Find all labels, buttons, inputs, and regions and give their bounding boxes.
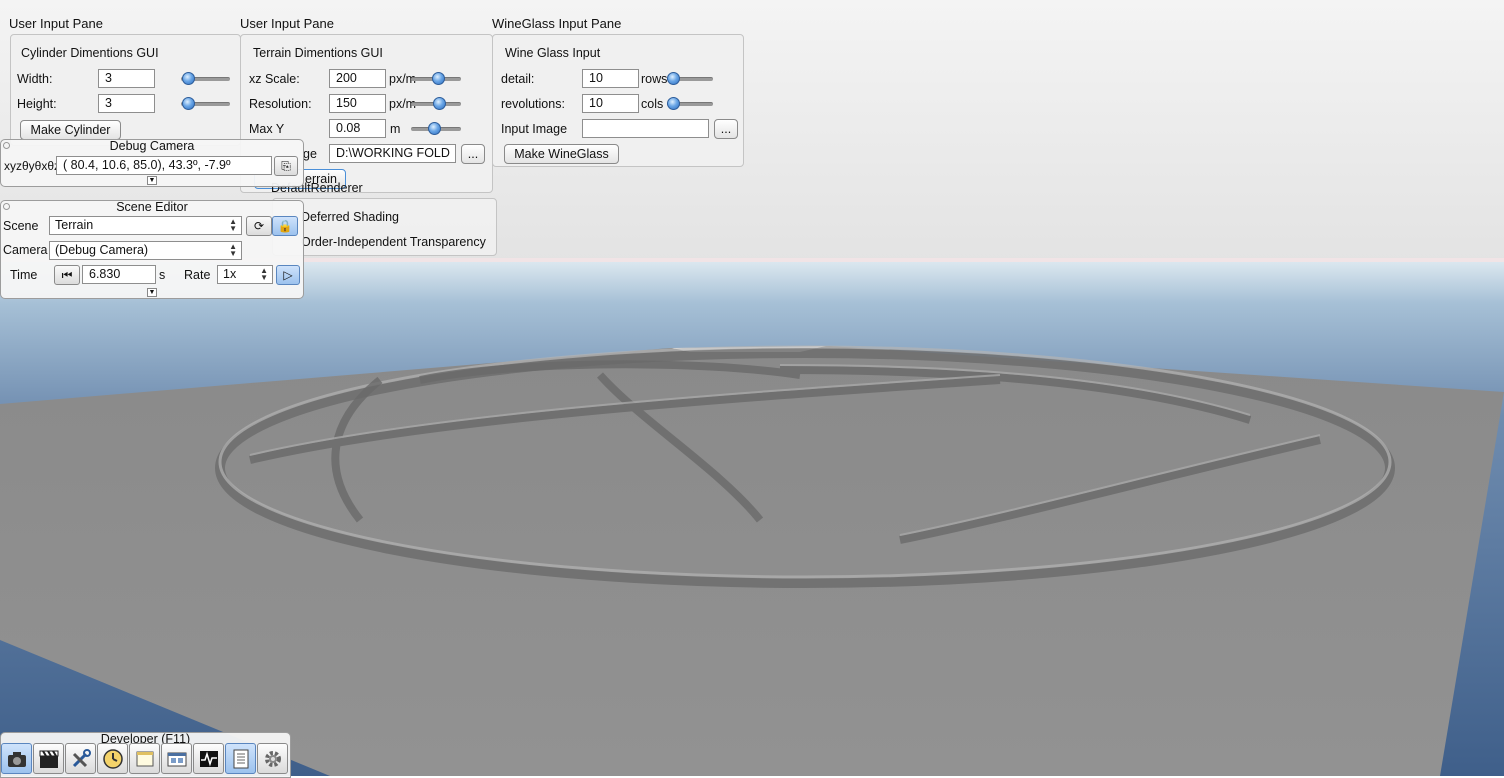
scene-dropdown[interactable]: Terrain ▲ ▼ [49,216,242,235]
play-icon[interactable]: ▷ [276,265,300,285]
cylinder-pane-title: User Input Pane [9,16,103,31]
windows-icon[interactable] [161,743,192,774]
cylinder-group: Cylinder Dimentions GUI Width: 3 Height:… [10,34,241,146]
time-field[interactable]: 6.830 [82,265,156,284]
input-image-field[interactable] [582,119,709,138]
browse-button[interactable]: ... [714,119,738,139]
updown-icon: ▲ ▼ [260,266,268,282]
rate-value: 1x [223,267,237,281]
rate-label: Rate [184,268,211,282]
max-y-unit: m [390,122,401,136]
max-y-field[interactable]: 0.08 [329,119,386,138]
detail-knob[interactable] [667,72,680,85]
scene-editor-window[interactable]: Scene Editor Scene Terrain ▲ ▼ ⟳ 🔒 Camera… [0,200,304,299]
lock-icon[interactable]: 🔒 [272,216,298,236]
width-label: Width: [17,72,53,86]
copy-icon[interactable]: ⎘ [274,156,298,176]
expand-icon[interactable]: ▼ [147,288,157,297]
xz-scale-field[interactable]: 200 [329,69,386,88]
camera-frame-field[interactable]: ( 80.4, 10.6, 85.0), 43.3º, -7.9º [56,156,272,175]
scene-value: Terrain [55,218,94,232]
window-title: Scene Editor [116,200,188,214]
detail-label: detail: [501,72,535,86]
scene-label: Scene [3,219,39,233]
height-field[interactable]: 3 [98,94,155,113]
revolutions-knob[interactable] [667,97,680,110]
max-y-label: Max Y [249,122,285,136]
make-wineglass-button[interactable]: Make WineGlass [504,144,619,164]
revolutions-label: revolutions: [501,97,565,111]
debug-camera-window[interactable]: Debug Camera xyzθyθxθz ( 80.4, 10.6, 85.… [0,139,304,187]
xz-scale-knob[interactable] [432,72,445,85]
camera-label: Camera [3,243,48,257]
deferred-shading-checkbox[interactable]: Deferred Shading [301,210,399,224]
rate-dropdown[interactable]: 1x ▲ ▼ [217,265,273,284]
group-title: Wine Glass Input [505,46,601,60]
profiler-icon[interactable] [193,743,224,774]
updown-icon: ▲ ▼ [229,217,237,233]
camera-dropdown[interactable]: (Debug Camera) ▲ ▼ [49,241,242,260]
width-field[interactable]: 3 [98,69,155,88]
camera-value: (Debug Camera) [55,243,149,257]
reload-icon[interactable]: ⟳ [246,216,272,236]
log-icon[interactable] [225,743,256,774]
terrain-pane-title: User Input Pane [240,16,334,31]
detail-unit: rows [641,72,668,86]
time-unit: s [159,268,166,282]
browse-button[interactable]: ... [461,144,485,164]
group-title: Cylinder Dimentions GUI [21,46,159,60]
input-image-label: Input Image [501,122,568,136]
expand-icon[interactable]: ▼ [147,176,157,185]
resolution-knob[interactable] [433,97,446,110]
max-y-knob[interactable] [428,122,441,135]
height-label: Height: [17,97,57,111]
clapperboard-icon[interactable] [33,743,64,774]
clock-icon[interactable] [97,743,128,774]
height-slider-knob[interactable] [182,97,195,110]
revolutions-unit: cols [641,97,664,111]
xz-scale-label: xz Scale: [249,72,300,86]
window-icon[interactable] [129,743,160,774]
rewind-icon[interactable]: ⏮ [54,265,80,285]
detail-field[interactable]: 10 [582,69,639,88]
wineglass-group: Wine Glass Input detail: 10 rows revolut… [492,34,744,167]
image-label: ge [303,147,317,161]
wineglass-pane-title: WineGlass Input Pane [492,16,622,31]
resolution-field[interactable]: 150 [329,94,386,113]
image-path-field[interactable]: D:\WORKING FOLD [329,144,456,163]
coord-label: xyzθyθxθz [4,159,61,173]
revolutions-field[interactable]: 10 [582,94,639,113]
camera-icon[interactable] [1,743,32,774]
time-label: Time [10,268,38,282]
tools-icon[interactable] [65,743,96,774]
resolution-label: Resolution: [249,97,312,111]
group-title: Terrain Dimentions GUI [253,46,383,60]
updown-icon: ▲ ▼ [229,242,237,258]
window-title: Debug Camera [109,139,195,153]
width-slider-knob[interactable] [182,72,195,85]
make-cylinder-button[interactable]: Make Cylinder [20,120,121,140]
renderer-group: Deferred Shading Order-Independent Trans… [272,198,497,256]
oit-checkbox[interactable]: Order-Independent Transparency [301,235,486,249]
terrain-plane [0,346,1504,776]
gear-icon[interactable] [257,743,288,774]
